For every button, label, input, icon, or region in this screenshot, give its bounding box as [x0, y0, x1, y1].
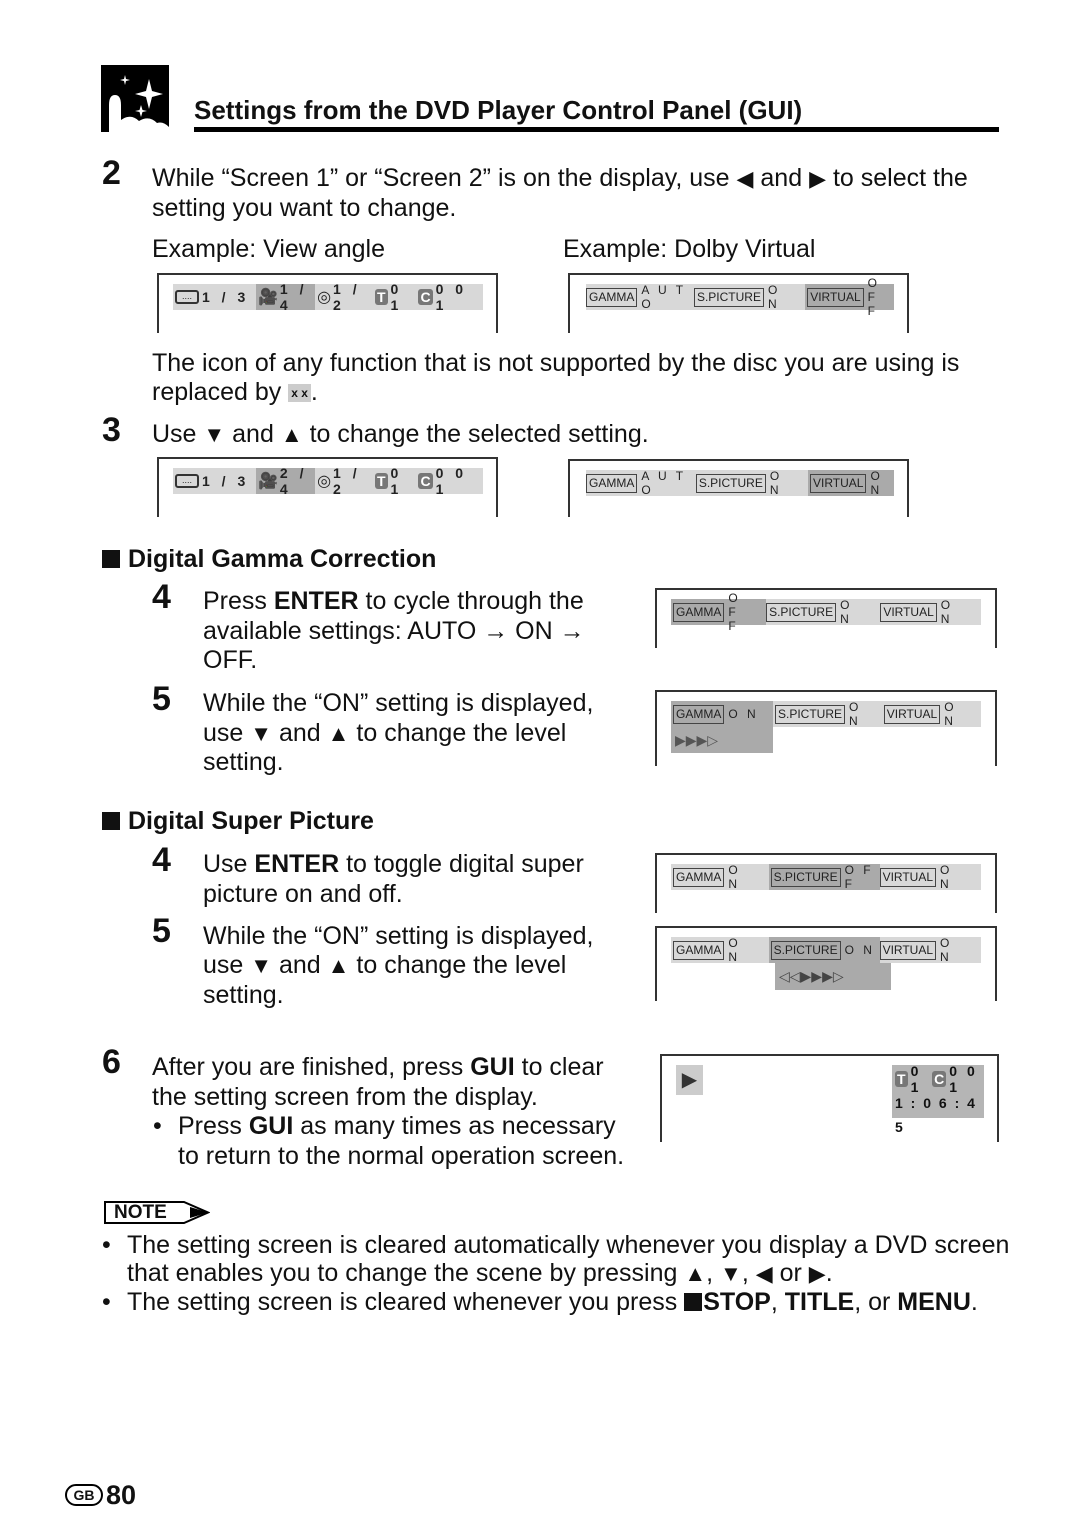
play-icon: ▶	[676, 1065, 703, 1095]
gamma-step5-line2: use ▼ and ▲ to change the level	[203, 719, 567, 747]
osd-screen-spicture-off: GAMMA O N S.PICTURE O F F VIRTUAL O N	[655, 853, 997, 913]
osd-screen-view-angle-changed: .... 1 / 3 🎥 2 / 4 ◎ 1 / 2T0 1C0 0 1	[157, 457, 498, 517]
square-bullet-icon	[102, 550, 120, 568]
angle-icon: 🎥	[257, 289, 278, 306]
step3-line: Use ▼ and ▲ to change the selected setti…	[152, 420, 649, 448]
step6-bullet: •	[153, 1112, 162, 1140]
note-bullet: •	[102, 1231, 111, 1259]
level-indicator: ◁◁▶▶▶▷	[775, 963, 891, 990]
step6-bullet-line2: to return to the normal operation screen…	[178, 1142, 625, 1170]
osd-screen-view-angle: .... 1 / 3 🎥 1 / 4 ◎ 1 / 2T0 1C0 0 1	[157, 273, 498, 333]
up-arrow-icon: ▲	[327, 721, 350, 746]
spicture-step5-line1: While the “ON” setting is displayed,	[203, 922, 594, 950]
angle-icon: 🎥	[257, 473, 278, 490]
example-label: Example: View angle	[152, 235, 386, 263]
step6-bullet-line1: Press GUI as many times as necessary	[178, 1112, 616, 1140]
osd-screen-dolby-virtual: GAMMA A U T O S.PICTURE O N VIRTUAL O F F	[568, 273, 909, 333]
title-chapter-time: T0 1C0 0 1 1 : 0 6 : 4 5	[892, 1063, 984, 1135]
up-arrow-icon: ▲	[280, 422, 303, 447]
right-arrow-icon: ▶	[808, 1261, 826, 1286]
gamma-step4-line3: OFF.	[203, 646, 258, 674]
step-number: 5	[152, 680, 171, 718]
spicture-step5-line3: setting.	[203, 981, 284, 1009]
step2-line2: setting you want to change.	[152, 194, 457, 222]
osd-screen-gamma-level: GAMMA O N S.PICTURE O N VIRTUAL O N ▶▶▶▷	[655, 690, 997, 766]
example-label: Example: Dolby Virtual	[563, 235, 816, 263]
osd-screen-gamma-off: GAMMA O F F S.PICTURE O N VIRTUAL O N	[655, 588, 997, 648]
right-arrow-icon: ▶	[809, 166, 826, 191]
page-number: 80	[106, 1480, 137, 1510]
region-badge: GB	[65, 1484, 103, 1506]
left-arrow-icon: ◀	[736, 166, 754, 191]
level-indicator: ▶▶▶▷	[675, 732, 719, 748]
step-number: 6	[102, 1043, 121, 1081]
audio-icon: ◎	[317, 289, 332, 306]
page-title: Settings from the DVD Player Control Pan…	[194, 95, 803, 125]
title-rule	[194, 127, 999, 132]
note2-line: The setting screen is cleared whenever y…	[127, 1288, 978, 1316]
gamma-step5-line3: setting.	[203, 748, 284, 776]
note-badge: NOTE	[104, 1201, 210, 1224]
left-arrow-icon: ◀	[755, 1261, 773, 1286]
spicture-step5-line2: use ▼ and ▲ to change the level	[203, 951, 567, 979]
note1-line2: that enables you to change the scene by …	[127, 1259, 833, 1287]
down-arrow-icon: ▼	[250, 953, 273, 978]
up-arrow-icon: ▲	[684, 1261, 707, 1286]
osd-screen-spicture-level: GAMMA O N S.PICTURE O N VIRTUAL O N ◁◁▶▶▶▷	[655, 926, 997, 1001]
audio-icon: ◎	[317, 473, 332, 490]
section-heading-gamma: Digital Gamma Correction	[102, 544, 436, 574]
step-number: 4	[152, 578, 171, 616]
note-bullet: •	[102, 1288, 111, 1316]
subtitle-icon: ....	[175, 474, 199, 488]
spicture-step4-line2: picture on and off.	[203, 880, 403, 908]
note1-line1: The setting screen is cleared automatica…	[127, 1231, 1010, 1259]
step6-line2: the setting screen from the display.	[152, 1083, 538, 1111]
gamma-step4-line2: available settings: AUTO → ON →	[203, 617, 585, 645]
step-number: 2	[102, 154, 121, 192]
down-arrow-icon: ▼	[203, 422, 226, 447]
unsupported-line1: The icon of any function that is not sup…	[152, 349, 960, 377]
stop-icon	[684, 1293, 703, 1311]
gamma-step5-line1: While the “ON” setting is displayed,	[203, 689, 594, 717]
spicture-step4-line1: Use ENTER to toggle digital super	[203, 850, 584, 878]
unsupported-icon: x x	[288, 384, 311, 402]
square-bullet-icon	[102, 812, 120, 830]
step-number: 4	[152, 841, 171, 879]
down-arrow-icon: ▼	[720, 1261, 742, 1286]
step-number: 5	[152, 912, 171, 950]
step2-line1: While “Screen 1” or “Screen 2” is on the…	[152, 164, 968, 192]
step6-line1: After you are finished, press GUI to cle…	[152, 1053, 604, 1081]
osd-screen-dolby-virtual-changed: GAMMA A U T O S.PICTURE O N VIRTUAL O N	[568, 459, 909, 517]
gamma-step4-line1: Press ENTER to cycle through the	[203, 587, 584, 615]
osd-screen-normal: ▶ T0 1C0 0 1 1 : 0 6 : 4 5	[660, 1054, 999, 1142]
up-arrow-icon: ▲	[327, 953, 350, 978]
section-icon	[101, 65, 169, 132]
section-heading-spicture: Digital Super Picture	[102, 806, 374, 836]
subtitle-icon: ....	[175, 290, 199, 304]
step-number: 3	[102, 411, 121, 449]
down-arrow-icon: ▼	[250, 721, 273, 746]
unsupported-line2: replaced by x x.	[152, 378, 318, 406]
